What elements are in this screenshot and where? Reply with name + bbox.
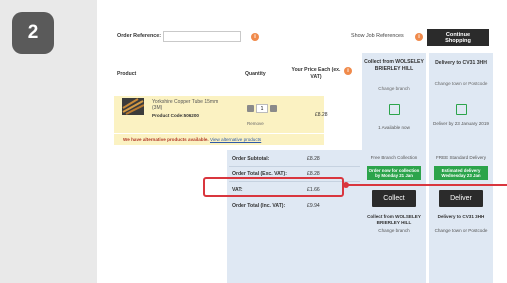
change-branch-link[interactable]: Change branch [364,228,424,234]
deliver-button[interactable]: Deliver [439,190,483,207]
change-postcode-link[interactable]: Change town or Postcode [431,81,491,86]
collect-header: Collect from WOLSELEY BRIERLEY HILL [364,59,424,72]
subtotal-value: £8.28 [307,156,320,162]
free-collection-text: Free Branch Collection [370,155,418,160]
view-alternatives-link[interactable]: View alternative products [210,137,261,142]
quantity-header: Quantity [245,71,266,77]
info-icon[interactable]: i [344,67,352,75]
change-postcode-link[interactable]: Change town or Postcode [431,228,491,234]
decrease-button[interactable] [247,105,254,112]
delivery-to-text: Delivery to CV31 3HH [437,214,485,219]
collection-date-badge: Order now for collection by Monday 21 Ja… [367,166,421,180]
quantity-stepper[interactable]: 1 [247,104,277,114]
alternatives-text: We have alternative products available. [123,137,209,142]
change-branch-link[interactable]: Change branch [364,86,424,91]
order-reference-input[interactable] [163,31,241,42]
delivery-header: Delivery to CV31 3HH [435,60,487,66]
collect-button[interactable]: Collect [372,190,416,207]
subtotal-label: Order Subtotal: [232,156,270,162]
show-job-references-toggle[interactable]: Show Job References [351,33,404,39]
delivery-estimate: Deliver by 23 January 2019 [433,121,489,126]
total-inc-vat-value: £9.94 [307,203,320,209]
top-bar [97,0,507,20]
alternatives-notice: We have alternative products available. … [123,137,261,142]
increase-button[interactable] [270,105,277,112]
product-header: Product [117,71,137,77]
quantity-input[interactable]: 1 [256,104,268,113]
product-thumbnail[interactable] [122,98,144,115]
available-now: 1 Available now [378,125,410,130]
order-reference-label: Order Reference: [117,33,162,39]
delivery-date-badge: Estimated delivery Wednesday 23 Jan [434,166,488,180]
total-inc-vat-label: Order Total (Inc. VAT): [232,203,286,209]
collect-from-text: Collect from WOLSELEY BRIERLEY HILL [367,214,421,225]
highlight-pointer-line [344,184,507,186]
truck-icon [456,104,467,115]
remove-link[interactable]: Remove [247,121,264,126]
free-delivery-text: FREE Standard Delivery [435,155,487,160]
summary-divider [229,166,360,167]
info-icon[interactable]: i [251,33,259,41]
info-icon[interactable]: i [415,33,423,41]
unit-price: £8.28 [315,112,328,118]
continue-shopping-button[interactable]: Continue Shopping [427,29,489,46]
product-name-link[interactable]: Yorkshire Copper Tube 15mm (3M) [152,99,222,111]
basket-panel: Order Reference: i Show Job References i… [97,0,507,283]
highlight-pointer-dot [343,182,349,188]
summary-panel [227,150,362,283]
price-header: Your Price Each (ex. VAT) [291,67,341,80]
step-number-badge: 2 [12,12,54,54]
product-code: Product Code:506200 [152,113,199,118]
vat-highlight-box [203,177,344,197]
store-icon [389,104,400,115]
